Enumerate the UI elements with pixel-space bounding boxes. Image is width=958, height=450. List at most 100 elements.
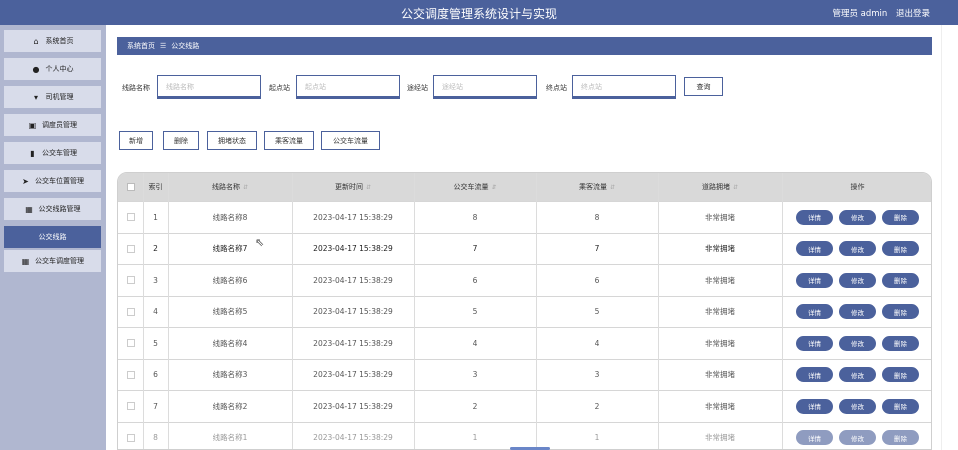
row-checkbox[interactable] xyxy=(126,370,135,379)
via-station-label: 途经站 xyxy=(407,84,428,92)
detail-button[interactable]: 详情 xyxy=(796,304,833,320)
detail-button[interactable]: 详情 xyxy=(796,272,833,288)
cell-passenger-flow: 8 xyxy=(594,212,600,222)
sidebar-item-label: 公交车位置管理 xyxy=(35,177,84,185)
add-button[interactable]: 新增 xyxy=(119,131,153,150)
detail-button[interactable]: 详情 xyxy=(796,335,833,351)
delete-button[interactable]: 删除 xyxy=(163,131,199,150)
row-delete-button[interactable]: 删除 xyxy=(882,272,919,288)
row-checkbox[interactable] xyxy=(126,276,135,285)
bus-flow-button[interactable]: 公交车流量 xyxy=(321,131,380,150)
sidebar-item[interactable]: ▮ 公交车管理 xyxy=(4,142,101,164)
column-divider xyxy=(414,173,415,449)
header-passenger-flow[interactable]: 乘客流量 ⇵ xyxy=(536,173,658,201)
header-bus-flow[interactable]: 公交车流量 ⇵ xyxy=(414,173,536,201)
route-name-field-frame: 线路名称 xyxy=(157,75,261,99)
edit-button[interactable]: 修改 xyxy=(839,304,876,320)
edit-button[interactable]: 修改 xyxy=(839,241,876,257)
edit-button[interactable]: 修改 xyxy=(839,335,876,351)
passenger-flow-button[interactable]: 乘客流量 xyxy=(264,131,314,150)
end-station-input[interactable]: 终点站 xyxy=(573,76,675,96)
row-select-cell xyxy=(118,265,143,296)
header-ops: 操作 xyxy=(850,183,865,191)
cell-congestion: 非常拥堵 xyxy=(705,307,735,317)
detail-button[interactable]: 详情 xyxy=(796,241,833,257)
home-icon: ⌂ xyxy=(33,36,39,46)
via-station-field-frame: 途经站 xyxy=(433,75,537,99)
via-station-input[interactable]: 途经站 xyxy=(434,76,536,96)
cell-index: 7 xyxy=(153,401,158,411)
select-all-checkbox[interactable] xyxy=(126,183,135,191)
detail-button[interactable]: 详情 xyxy=(796,209,833,225)
query-button[interactable]: 查询 xyxy=(684,77,723,96)
sidebar-item[interactable]: ▦ 公交车调度管理 xyxy=(4,250,101,272)
header-route-name[interactable]: 线路名称 ⇵ xyxy=(168,173,292,201)
breadcrumb-home[interactable]: 系统首页 xyxy=(127,41,155,51)
row-ops: 详情 修改 删除 xyxy=(782,423,931,450)
route-table: 索引 线路名称 ⇵ 更新时间 ⇵ 公交车流量 ⇵ 乘客流量 ⇵ 道路拥堵 ⇵ 操作 1 线路… xyxy=(117,172,932,450)
bar-chart-icon: ▮ xyxy=(30,148,35,158)
edit-button[interactable]: 修改 xyxy=(839,272,876,288)
row-checkbox[interactable] xyxy=(126,244,135,253)
logout-link[interactable]: 退出登录 xyxy=(896,9,930,19)
detail-button[interactable]: 详情 xyxy=(796,430,833,446)
table-row[interactable]: 5 线路名称4 2023-04-17 15:38:29 4 4 非常拥堵 详情 修改 删除 xyxy=(118,327,931,359)
cell-bus-flow: 4 xyxy=(472,338,478,348)
route-name-input[interactable]: 线路名称 xyxy=(158,76,260,96)
detail-button[interactable]: 详情 xyxy=(796,398,833,414)
cell-route-name: 线路名称1 xyxy=(212,433,248,443)
edit-button[interactable]: 修改 xyxy=(839,398,876,414)
sidebar-item[interactable]: ▦ 公交线路管理 xyxy=(4,198,101,220)
row-checkbox[interactable] xyxy=(126,339,135,348)
sidebar-item-label: 调度员管理 xyxy=(42,121,77,129)
edit-button[interactable]: 修改 xyxy=(839,367,876,383)
column-divider xyxy=(168,173,169,449)
table-row[interactable]: 2 线路名称7 2023-04-17 15:38:29 7 7 非常拥堵 详情 修改 删除 xyxy=(118,232,931,265)
table-row[interactable]: 3 线路名称6 2023-04-17 15:38:29 6 6 非常拥堵 详情 修改 删除 xyxy=(118,264,931,296)
sidebar-item[interactable]: ➤ 公交车位置管理 xyxy=(4,170,101,192)
start-station-input[interactable]: 起点站 xyxy=(297,76,399,96)
row-checkbox[interactable] xyxy=(126,307,135,316)
sidebar-item-label: 公交线路管理 xyxy=(38,205,81,213)
table-row[interactable]: 8 线路名称1 2023-04-17 15:38:29 1 1 非常拥堵 详情 修改 删除 xyxy=(118,421,931,450)
cell-updated: 2023-04-17 15:38:29 xyxy=(313,212,393,222)
end-station-label: 终点站 xyxy=(546,84,567,92)
table-row[interactable]: 6 线路名称3 2023-04-17 15:38:29 3 3 非常拥堵 详情 修改 删除 xyxy=(118,358,931,391)
congestion-status-button[interactable]: 拥堵状态 xyxy=(207,131,257,150)
cell-updated: 2023-04-17 15:38:29 xyxy=(313,401,393,411)
grid-icon: ▦ xyxy=(21,256,30,266)
sidebar-item[interactable]: ▣ 调度员管理 xyxy=(4,114,101,136)
header-congestion[interactable]: 道路拥堵 ⇵ xyxy=(658,173,782,201)
edit-button[interactable]: 修改 xyxy=(839,209,876,225)
row-select-cell xyxy=(118,202,143,233)
row-checkbox[interactable] xyxy=(126,402,135,411)
cell-updated: 2023-04-17 15:38:29 xyxy=(313,370,393,380)
header-updated[interactable]: 更新时间 ⇵ xyxy=(292,173,414,201)
search-form: 线路名称 线路名称 起点站 起点站 途经站 途经站 终点站 终点站 xyxy=(0,75,958,99)
row-delete-button[interactable]: 删除 xyxy=(882,367,919,383)
breadcrumb-current: 公交线路 xyxy=(171,42,200,50)
cell-updated: 2023-04-17 15:38:29 xyxy=(313,433,393,443)
row-delete-button[interactable]: 删除 xyxy=(882,335,919,351)
cell-passenger-flow: 6 xyxy=(594,275,600,285)
sidebar-item[interactable]: ⌂ 系统首页 xyxy=(4,30,101,52)
detail-button[interactable]: 详情 xyxy=(796,367,833,383)
row-delete-button[interactable]: 删除 xyxy=(882,304,919,320)
table-row[interactable]: 1 线路名称8 2023-04-17 15:38:29 8 8 非常拥堵 详情 修改 删除 xyxy=(118,201,931,233)
row-delete-button[interactable]: 删除 xyxy=(882,241,919,257)
row-checkbox[interactable] xyxy=(126,213,135,222)
cell-index: 2 xyxy=(153,244,158,254)
cell-passenger-flow: 7 xyxy=(594,244,600,254)
edit-button[interactable]: 修改 xyxy=(839,430,876,446)
row-checkbox[interactable] xyxy=(126,433,135,442)
row-delete-button[interactable]: 删除 xyxy=(882,430,919,446)
cell-passenger-flow: 3 xyxy=(594,370,600,380)
sidebar-item[interactable]: 公交线路 xyxy=(4,226,101,248)
table-row[interactable]: 7 线路名称2 2023-04-17 15:38:29 2 2 非常拥堵 详情 修改 删除 xyxy=(118,390,931,422)
cell-route-name: 线路名称8 xyxy=(212,212,248,222)
row-delete-button[interactable]: 删除 xyxy=(882,209,919,225)
row-delete-button[interactable]: 删除 xyxy=(882,398,919,414)
table-row[interactable]: 4 线路名称5 2023-04-17 15:38:29 5 5 非常拥堵 详情 修改 删除 xyxy=(118,295,931,328)
cell-congestion: 非常拥堵 xyxy=(705,401,735,411)
cell-congestion: 非常拥堵 xyxy=(705,275,735,285)
